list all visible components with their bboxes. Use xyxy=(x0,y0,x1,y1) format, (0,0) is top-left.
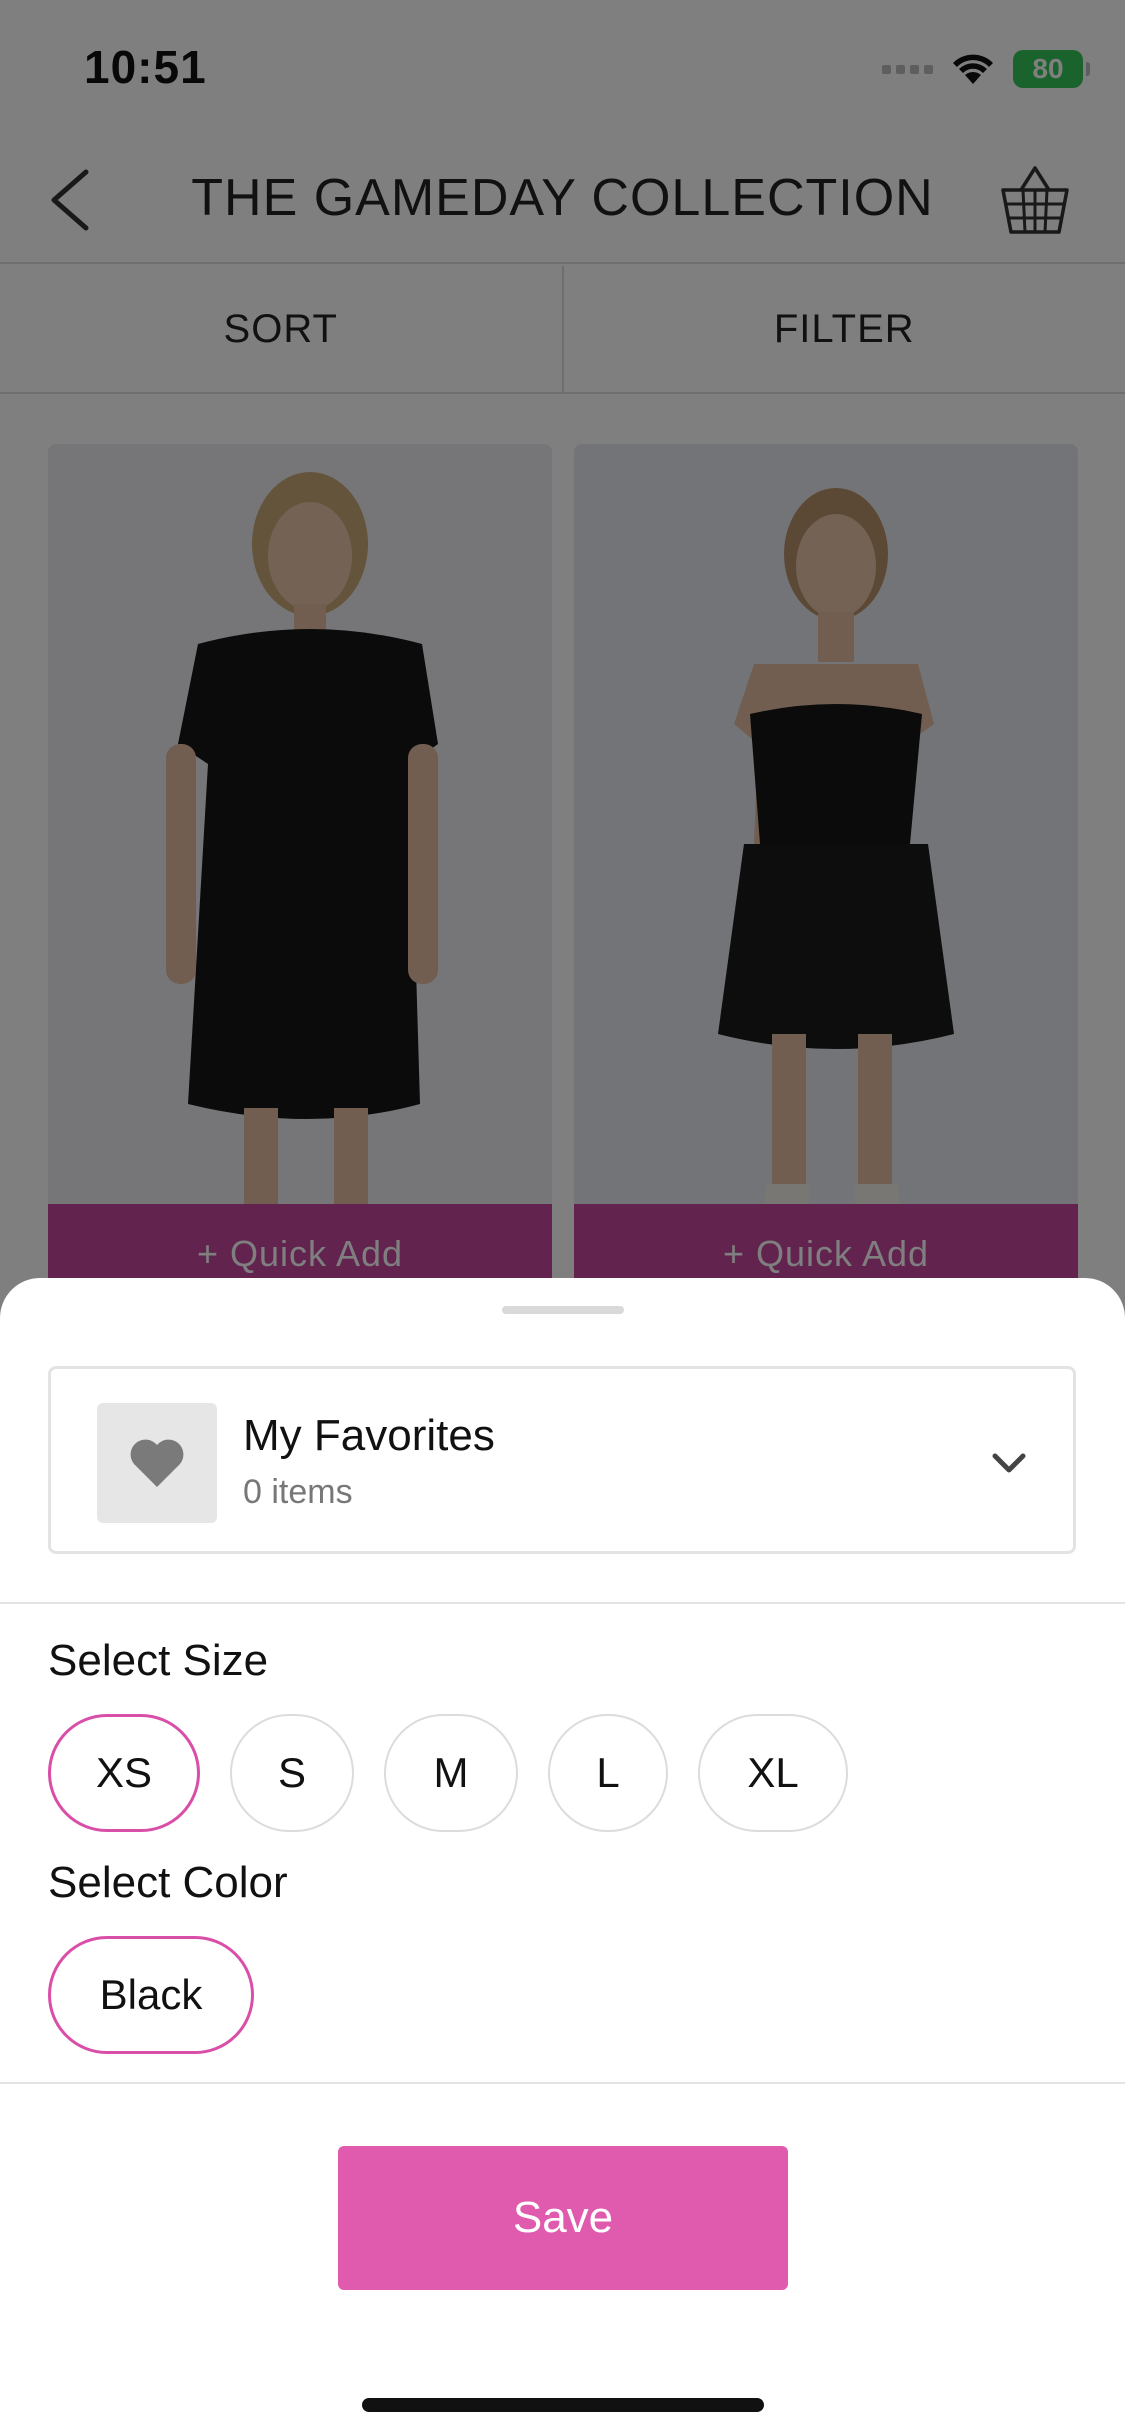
size-option-l[interactable]: L xyxy=(548,1714,668,1832)
color-option-black[interactable]: Black xyxy=(48,1936,254,2054)
divider xyxy=(0,1602,1125,1604)
size-option-s[interactable]: S xyxy=(230,1714,354,1832)
select-size-label: Select Size xyxy=(48,1636,269,1685)
size-option-m[interactable]: M xyxy=(384,1714,518,1832)
size-option-xl[interactable]: XL xyxy=(698,1714,848,1832)
size-options: XS S M L XL xyxy=(48,1714,848,1832)
list-item-count: 0 items xyxy=(243,1473,353,1511)
list-selector[interactable]: My Favorites 0 items xyxy=(48,1366,1076,1554)
color-options: Black xyxy=(48,1936,254,2054)
heart-icon xyxy=(130,1439,184,1487)
add-to-list-sheet: My Favorites 0 items Select Size XS S M … xyxy=(0,1278,1125,2436)
size-option-xs[interactable]: XS xyxy=(48,1714,200,1832)
sheet-grabber[interactable] xyxy=(502,1306,624,1314)
select-color-label: Select Color xyxy=(48,1858,288,1907)
list-thumbnail xyxy=(97,1403,217,1523)
divider xyxy=(0,2082,1125,2084)
home-indicator xyxy=(362,2398,764,2412)
list-name: My Favorites xyxy=(243,1411,495,1460)
save-button[interactable]: Save xyxy=(338,2146,788,2290)
chevron-down-icon xyxy=(992,1453,1026,1473)
